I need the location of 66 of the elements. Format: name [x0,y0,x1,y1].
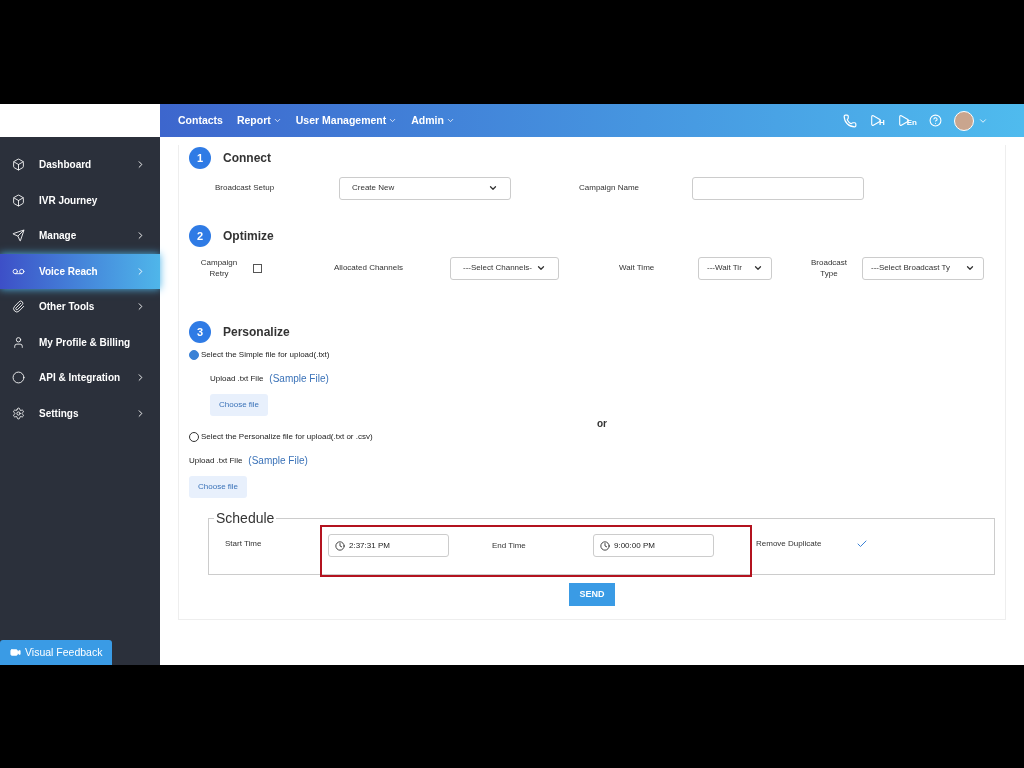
field-label: Remove Duplicate [756,537,823,550]
caret-icon [388,116,398,125]
avatar[interactable] [954,110,974,131]
cube-icon [12,158,25,172]
paperclip-icon [12,300,25,314]
or-separator: or [597,417,607,431]
phone-icon[interactable] [843,113,857,128]
radio-label: Select the Simple file for upload(.txt) [201,349,330,361]
circle-icon [12,371,25,385]
choose-file-button[interactable]: Choose file [189,476,248,498]
sample-file-link[interactable]: (Sample File) [269,371,329,386]
nav-menu-item[interactable]: Admin [411,112,455,129]
field-label: Upload .txt File [189,454,243,467]
select-field[interactable]: Create New [339,176,511,200]
sidebar-item[interactable]: Other Tools [0,289,160,325]
sidebar-item[interactable]: Voice Reach [0,253,160,289]
field-label: Upload .txt File [210,372,264,385]
caret-icon [445,116,455,125]
paper-plane-icon [12,229,25,243]
settings-icon [12,406,25,420]
field-label: Campaign Name [579,182,641,194]
sidebar-item[interactable]: IVR Journey [0,182,160,218]
caret-icon [536,263,546,273]
radio-button[interactable] [189,432,199,442]
select-field[interactable]: ---Wait Tir [698,256,772,280]
field-label: Allocated Channels [334,262,404,274]
section-title: Personalize [223,324,290,341]
sidebar-item[interactable]: Dashboard [0,147,160,183]
cube-icon [12,193,25,207]
sidebar-item[interactable]: Manage [0,218,160,254]
radio-label: Select the Personalize file for upload(.txt or .csv) [201,431,373,443]
nav-menu-item[interactable]: User Management [295,112,398,129]
caret-icon [753,263,763,273]
clock-icon [600,540,610,551]
video-icon [10,647,21,658]
end-time-field[interactable]: 9:00:00 PM [593,534,714,557]
nav-menu-item[interactable]: Report [236,112,282,129]
step-number: 1 [189,147,211,169]
radio-button[interactable] [189,350,199,360]
field-label: Broadcast Setup [214,182,276,194]
step-number: 2 [189,225,211,247]
step-number: 3 [189,321,211,343]
field-label: Start Time [225,537,263,550]
sidebar-item[interactable]: Settings [0,395,160,431]
section-title: Connect [223,150,271,167]
caret-icon [272,116,282,125]
caret-icon [488,183,498,193]
campaign-name-field[interactable] [692,176,864,200]
field-label: End Time [492,539,527,552]
help-icon[interactable] [929,114,942,127]
choose-file-button[interactable]: Choose file [210,394,269,416]
sample-file-link[interactable]: (Sample File) [248,453,308,468]
sidebar-item[interactable]: API & Integration [0,360,160,396]
user-icon [12,335,25,349]
field-label: Wait Time [619,262,656,274]
clock-icon [335,540,345,551]
start-time-field[interactable]: 2:37:31 PM [328,534,449,557]
caret-icon [965,263,975,273]
field-label: Broadcast Type [810,257,848,279]
sidebar-item[interactable]: My Profile & Billing [0,324,160,360]
field-label: Campaign Retry [199,257,239,279]
select-field[interactable]: ---Select Broadcast Ty [862,256,984,280]
section-title: Optimize [223,228,274,245]
nav-menu-item[interactable]: Contacts [178,112,223,129]
campaign-retry-checkbox[interactable] [253,263,262,273]
select-field[interactable]: ---Select Channels- [450,256,559,280]
